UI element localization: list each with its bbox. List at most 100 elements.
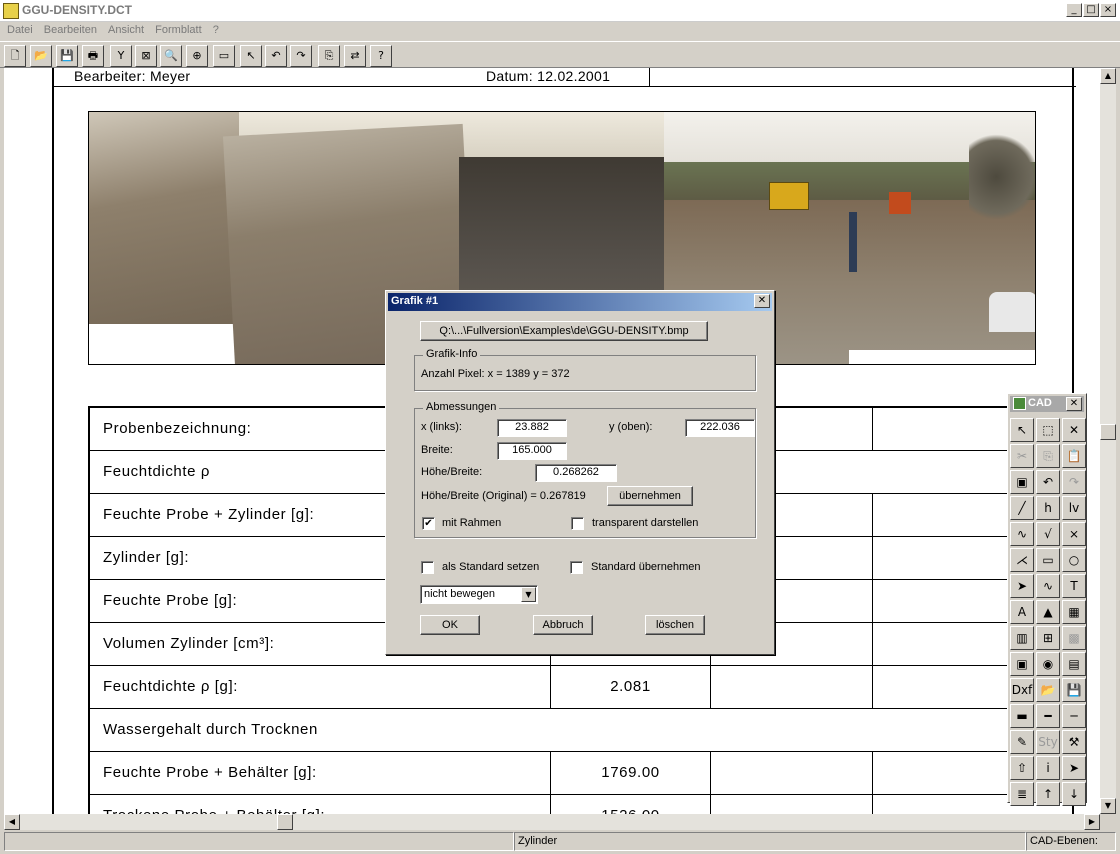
open-folder-icon[interactable]: 📂 [30, 45, 52, 67]
row-label[interactable]: Feuchtdichte ρ [g]: [90, 666, 550, 708]
move-mode-select[interactable]: nicht bewegen ▼ [420, 585, 538, 604]
table-icon[interactable]: ▦ [1062, 600, 1086, 624]
dialog-title-bar[interactable]: Grafik #1 ✕ [388, 293, 772, 311]
dialog-close-icon[interactable]: ✕ [754, 294, 770, 308]
scroll-down-icon[interactable]: ▼ [1100, 798, 1116, 814]
row-value[interactable]: 1526.00 [550, 795, 710, 814]
image-icon[interactable]: ▣ [1010, 470, 1034, 494]
pointer-icon[interactable]: ↖ [240, 45, 262, 67]
insert-object-icon[interactable]: ▣ [1010, 652, 1034, 676]
menu-ansicht[interactable]: Ansicht [104, 22, 148, 38]
save-icon[interactable]: 💾 [56, 45, 78, 67]
menu-help[interactable]: ? [209, 22, 223, 38]
maximize-button[interactable]: □ [1083, 3, 1099, 17]
close-button[interactable]: × [1100, 3, 1116, 17]
thin-line-icon[interactable]: ─ [1062, 704, 1086, 728]
fill-icon[interactable]: ▲ [1036, 600, 1060, 624]
check-line-icon[interactable]: √ [1036, 522, 1060, 546]
row-label[interactable]: Wassergehalt durch Trocknen [90, 709, 550, 751]
intersect-icon[interactable]: ⋌ [1010, 548, 1034, 572]
scroll-left-icon[interactable]: ◀ [4, 814, 20, 830]
cross-icon[interactable]: ⨯ [1062, 522, 1086, 546]
rectangle-icon[interactable]: ▭ [1036, 548, 1060, 572]
new-file-icon[interactable]: 🗋 [4, 45, 26, 67]
row-value[interactable]: 2.081 [550, 666, 710, 708]
y-field[interactable]: 222.036 [685, 419, 755, 437]
move-up-icon[interactable]: ↑ [1036, 782, 1060, 806]
info-icon[interactable]: i [1036, 756, 1060, 780]
menu-formblatt[interactable]: Formblatt [151, 22, 205, 38]
ok-button[interactable]: OK [420, 615, 480, 635]
hoehe-breite-field[interactable]: 0.268262 [535, 464, 617, 482]
select-frame-icon[interactable]: ⬚ [1036, 418, 1060, 442]
open-folder-icon[interactable]: 📂 [1036, 678, 1060, 702]
breite-field[interactable]: 165.000 [497, 442, 567, 460]
scroll-up-icon[interactable]: ▲ [1100, 68, 1116, 84]
vertical-scroll-thumb[interactable] [1100, 424, 1116, 440]
paste-icon[interactable]: 📋 [1062, 444, 1086, 468]
style-icon[interactable]: Sty [1036, 730, 1060, 754]
horizontal-scroll-thumb[interactable] [277, 814, 293, 830]
medium-line-icon[interactable]: ━ [1036, 704, 1060, 728]
abbruch-button[interactable]: Abbruch [533, 615, 593, 635]
select-arrow-icon[interactable]: ↖ [1010, 418, 1034, 442]
circle-icon[interactable]: ○ [1062, 548, 1086, 572]
dxf-icon[interactable]: Dxf [1010, 678, 1034, 702]
cut-icon[interactable]: ✂ [1010, 444, 1034, 468]
menu-datei[interactable]: Datei [3, 22, 37, 38]
help-icon[interactable]: ? [370, 45, 392, 67]
delete-icon[interactable]: ✕ [1062, 418, 1086, 442]
row-extra[interactable] [710, 752, 872, 794]
copy-to-clipboard-icon[interactable]: ⎘ [318, 45, 340, 67]
als-standard-checkbox[interactable] [421, 561, 434, 574]
row-label[interactable]: Trockene Probe + Behälter [g]: [90, 795, 550, 814]
x-field[interactable]: 23.882 [497, 419, 567, 437]
cad-title-bar[interactable]: CAD ✕ [1010, 396, 1084, 412]
font-icon[interactable]: A [1010, 600, 1034, 624]
redo-icon[interactable]: ↷ [290, 45, 312, 67]
zoom-out-icon[interactable]: 🔍 [160, 45, 182, 67]
redo-icon[interactable]: ↷ [1062, 470, 1086, 494]
transparent-checkbox[interactable] [571, 517, 584, 530]
copy-icon[interactable]: ⎘ [1036, 444, 1060, 468]
horizontal-dim-icon[interactable]: h [1036, 496, 1060, 520]
arrow-icon[interactable]: ➤ [1010, 574, 1034, 598]
zoom-page-icon[interactable]: ⊠ [135, 45, 157, 67]
row-value[interactable]: 1769.00 [550, 752, 710, 794]
full-screen-icon[interactable]: ▭ [213, 45, 235, 67]
mit-rahmen-checkbox[interactable]: ✔ [422, 517, 435, 530]
undo-icon[interactable]: ↶ [1036, 470, 1060, 494]
undo-icon[interactable]: ↶ [265, 45, 287, 67]
row-label[interactable]: Feuchte Probe + Behälter [g]: [90, 752, 550, 794]
zoom-in-icon[interactable]: ⊕ [186, 45, 208, 67]
export-icon[interactable]: ⇄ [344, 45, 366, 67]
text-icon[interactable]: T [1062, 574, 1086, 598]
grid-icon[interactable]: ⊞ [1036, 626, 1060, 650]
save-icon[interactable]: 💾 [1062, 678, 1086, 702]
bar-chart-icon[interactable]: ▥ [1010, 626, 1034, 650]
menu-bearbeiten[interactable]: Bearbeiten [40, 22, 101, 38]
file-path-button[interactable]: Q:\...\Fullversion\Examples\de\GGU-DENSI… [420, 321, 708, 341]
standard-uebernehmen-checkbox[interactable] [570, 561, 583, 574]
row-extra[interactable] [710, 666, 872, 708]
wrench-icon[interactable]: Y [110, 45, 132, 67]
minimize-button[interactable]: _ [1066, 3, 1082, 17]
loeschen-button[interactable]: löschen [645, 615, 705, 635]
move-down-icon[interactable]: ↓ [1062, 782, 1086, 806]
polyline-icon[interactable]: ∿ [1010, 522, 1034, 546]
tools-icon[interactable]: ⚒ [1062, 730, 1086, 754]
line-icon[interactable]: ╱ [1010, 496, 1034, 520]
horizontal-scrollbar[interactable]: ◀ ▶ [4, 814, 1100, 830]
layers-icon[interactable]: ▤ [1062, 652, 1086, 676]
pointer-icon[interactable]: ➤ [1062, 756, 1086, 780]
vertical-scrollbar[interactable]: ▲ ▼ [1100, 68, 1116, 814]
grid-dense-icon[interactable]: ▩ [1062, 626, 1086, 650]
cad-close-icon[interactable]: ✕ [1066, 397, 1082, 411]
target-icon[interactable]: ◉ [1036, 652, 1060, 676]
pen-icon[interactable]: ✎ [1010, 730, 1034, 754]
vertical-dim-icon[interactable]: lv [1062, 496, 1086, 520]
print-icon[interactable]: 🖶 [82, 45, 104, 67]
row-extra[interactable] [710, 795, 872, 814]
front-icon[interactable]: ⇧ [1010, 756, 1034, 780]
chevron-down-icon[interactable]: ▼ [521, 587, 536, 602]
